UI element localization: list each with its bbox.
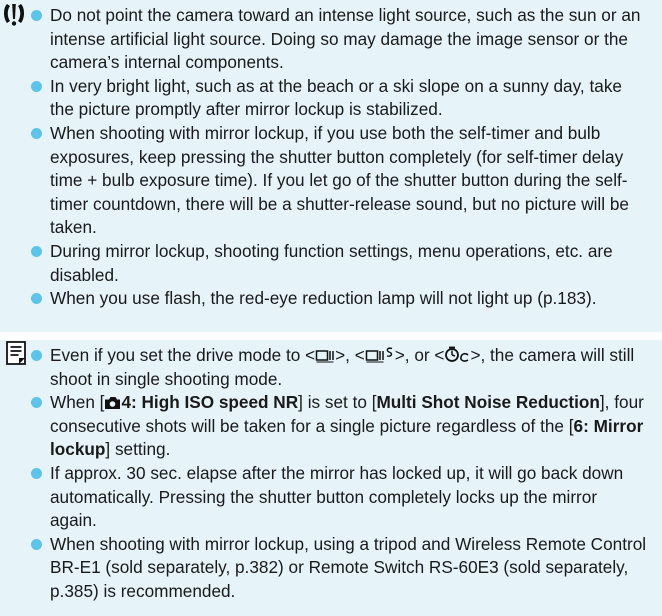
notes-panel: Even if you set the drive mode to < >, < >… <box>0 340 662 616</box>
item-text: If approx. 30 sec. elapse after the mirr… <box>50 462 624 531</box>
item-text: When shooting with mirror lockup, if you… <box>50 122 629 238</box>
item-text: Even if you set the drive mode to < >, < >… <box>50 345 635 389</box>
continuous-shooting-silent-icon <box>365 347 392 363</box>
list-item: When you use flash, the red-eye reductio… <box>31 287 648 311</box>
self-timer-icon <box>445 346 470 362</box>
bullet-icon <box>31 397 42 409</box>
list-item: When shooting with mirror lockup, using … <box>31 533 648 604</box>
caution-icon <box>4 4 24 26</box>
list-item: When [4: High ISO speed NR] is set to [M… <box>31 391 648 462</box>
list-item: In very bright light, such as at the bea… <box>31 75 648 122</box>
bullet-icon <box>31 80 42 92</box>
item-text: In very bright light, such as at the bea… <box>50 75 622 120</box>
item-text: During mirror lockup, shooting function … <box>50 240 613 285</box>
list-item: If approx. 30 sec. elapse after the mirr… <box>31 462 648 533</box>
note-icon <box>6 341 26 365</box>
list-item: Even if you set the drive mode to < >, < >… <box>31 344 648 391</box>
item-text: When you use flash, the red-eye reductio… <box>50 288 597 309</box>
camera-icon <box>105 397 121 410</box>
list-item: When shooting with mirror lockup, if you… <box>31 122 648 240</box>
notes-list: Even if you set the drive mode to < >, < >… <box>31 344 648 604</box>
bullet-icon <box>31 245 42 257</box>
item-text: Do not point the camera toward an intens… <box>50 5 641 73</box>
bullet-icon <box>31 293 42 305</box>
bullet-icon <box>31 127 42 139</box>
item-text: When shooting with mirror lockup, using … <box>50 533 647 601</box>
list-item: During mirror lockup, shooting function … <box>31 240 648 287</box>
item-text: When [4: High ISO speed NR] is set to [M… <box>50 392 644 460</box>
list-item: Do not point the camera toward an intens… <box>31 4 648 75</box>
bullet-icon <box>31 467 42 479</box>
bullet-icon <box>31 350 42 361</box>
caution-list: Do not point the camera toward an intens… <box>31 4 648 311</box>
continuous-shooting-icon <box>315 350 334 363</box>
bullet-icon <box>31 538 42 550</box>
caution-panel: Do not point the camera toward an intens… <box>0 0 662 332</box>
bullet-icon <box>31 10 42 21</box>
